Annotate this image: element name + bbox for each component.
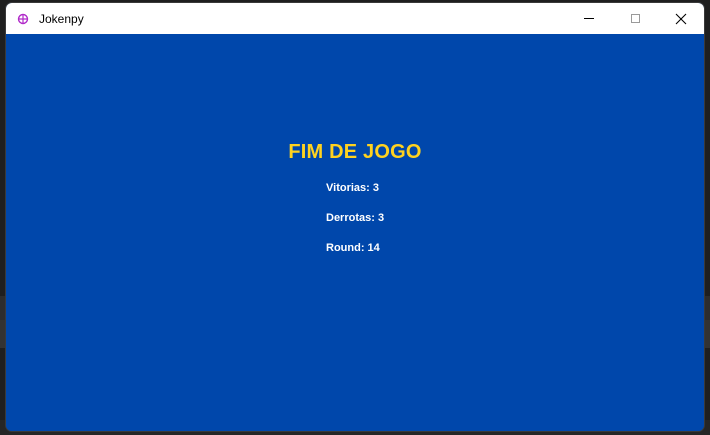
window-title: Jokenpy	[39, 11, 84, 26]
minimize-icon	[584, 18, 594, 19]
round-label: Round: 14	[326, 242, 380, 254]
pygame-icon	[15, 11, 31, 27]
close-button[interactable]	[658, 3, 704, 34]
maximize-button[interactable]	[612, 3, 658, 34]
wins-label: Vitorias: 3	[326, 182, 379, 194]
close-icon	[675, 13, 687, 25]
losses-label: Derrotas: 3	[326, 212, 385, 224]
game-over-title: FIM DE JOGO	[288, 141, 422, 163]
app-window: Jokenpy FIM DE JOGO Vitorias: 3 Derrotas…	[5, 2, 705, 432]
title-bar[interactable]: Jokenpy	[6, 3, 704, 34]
minimize-button[interactable]	[566, 3, 612, 34]
window-controls	[566, 3, 704, 34]
maximize-icon	[630, 14, 640, 23]
game-canvas[interactable]: FIM DE JOGO Vitorias: 3 Derrotas: 3 Roun…	[6, 34, 704, 431]
